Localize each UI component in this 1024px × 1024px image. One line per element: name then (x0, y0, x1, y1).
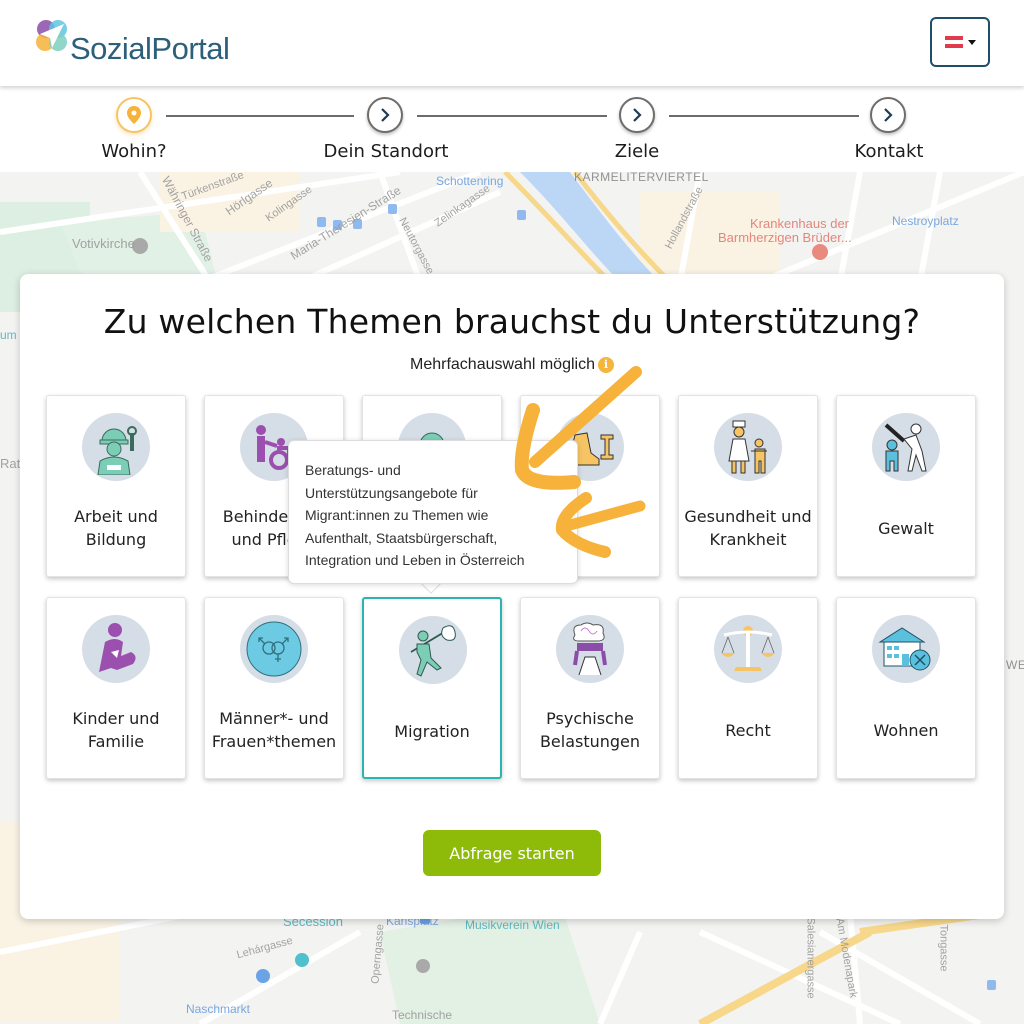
tooltip-line: Aufenthalt, Staatsbürgerschaft, (305, 529, 498, 546)
austria-flag-icon (944, 36, 963, 48)
hint-text: Mehrfachauswahl möglich (410, 356, 595, 373)
map-label: WE (1006, 658, 1024, 672)
map-pin-icon (127, 106, 141, 124)
map-label: um (0, 328, 17, 342)
logo-text: SozialPortal (70, 31, 230, 66)
music-pin-icon[interactable] (295, 953, 309, 967)
topic-label: Kinder und Familie (72, 709, 160, 751)
map-label: Schottenring (436, 174, 504, 188)
header: SozialPortal (0, 0, 1024, 86)
hospital-pin-icon[interactable] (812, 244, 828, 260)
topic-card-wohnen[interactable]: Wohnen (836, 597, 976, 779)
map-label: Nestroyplatz (892, 214, 959, 228)
map-label: Votivkirche (72, 236, 135, 251)
bus-stop-icon (317, 217, 326, 227)
topic-label: Psychische Belastungen (539, 709, 641, 751)
logo[interactable]: SozialPortal (34, 18, 230, 66)
bus-stop-icon (517, 210, 526, 220)
tooltip-line: Migrant:innen zu Themen wie (305, 507, 489, 523)
map-label: Rat (0, 456, 21, 471)
topic-card-kinder-familie[interactable]: Kinder und Familie (46, 597, 186, 779)
step-connector (417, 115, 607, 117)
step-label: Dein Standort (323, 141, 449, 162)
step-label: Ziele (614, 141, 660, 162)
map-label: KARMELITERVIERTEL (574, 172, 709, 184)
chevron-right-icon (381, 108, 390, 122)
language-selector[interactable] (930, 17, 990, 67)
parent-child-icon (82, 615, 150, 683)
step-kontakt[interactable] (870, 97, 906, 133)
topic-card-recht[interactable]: Recht (678, 597, 818, 779)
topic-card-psychische-belastungen[interactable]: Psychische Belastungen (520, 597, 660, 779)
violence-icon (872, 413, 940, 481)
topic-label: Männer*- und Frauen*themen (211, 709, 337, 751)
page-title: Zu welchen Themen brauchst du Unterstütz… (103, 302, 921, 341)
map-label: Tongasse (937, 924, 950, 972)
gender-symbol-icon (240, 615, 308, 683)
map-label: Krankenhaus der (750, 216, 850, 231)
tooltip-line: Unterstützungsangebote für (305, 484, 478, 501)
bus-stop-icon (388, 204, 397, 214)
scales-icon (714, 615, 782, 683)
university-pin-icon[interactable] (416, 959, 430, 973)
topic-label: Gewalt (878, 518, 934, 538)
stressed-mind-icon (556, 615, 624, 683)
bus-stop-icon (987, 980, 996, 990)
topic-card-arbeit-bildung[interactable]: Arbeit und Bildung (46, 395, 186, 577)
chevron-right-icon (884, 108, 893, 122)
start-query-button[interactable]: Abfrage starten (423, 830, 601, 876)
step-wohin[interactable] (116, 97, 152, 133)
step-label: Kontakt (854, 141, 924, 162)
topic-label: Arbeit und Bildung (74, 507, 158, 549)
chevron-right-icon (633, 108, 642, 122)
map-label: Naschmarkt (186, 1002, 251, 1016)
step-ziele[interactable] (619, 97, 655, 133)
worker-icon (82, 413, 150, 481)
topic-selection-panel: Zu welchen Themen brauchst du Unterstütz… (20, 274, 1004, 919)
step-connector (166, 115, 354, 117)
tooltip-line: Integration und Leben in Österreich (305, 552, 525, 568)
multi-select-hint: Mehrfachauswahl möglich i (20, 356, 1004, 374)
topic-label: Migration (394, 721, 470, 741)
topic-label: Recht (725, 720, 771, 740)
tooltip-line: Beratungs- und (305, 462, 401, 478)
info-icon[interactable]: i (597, 357, 614, 373)
caret-down-icon (967, 39, 976, 45)
house-cancel-icon (872, 615, 940, 683)
shopping-pin-icon[interactable] (256, 969, 270, 983)
map-label: Salesianergasse (804, 917, 817, 999)
topic-label: Wohnen (873, 720, 939, 740)
migrant-bundle-icon (399, 616, 467, 684)
topic-card-gesundheit[interactable]: Gesundheit und Krankheit (678, 395, 818, 577)
topic-card-migration[interactable]: Migration (362, 597, 502, 779)
logo-icon (34, 18, 70, 54)
migration-tooltip: Beratungs- und Unterstützungsangebote fü… (288, 440, 578, 584)
map-label: Barmherzigen Brüder... (718, 230, 852, 245)
doctor-child-icon (714, 413, 782, 481)
topic-card-maenner-frauen[interactable]: Männer*- und Frauen*themen (204, 597, 344, 779)
map-label: Musikverein Wien (465, 918, 560, 932)
step-connector (669, 115, 859, 117)
topic-card-gewalt[interactable]: Gewalt (836, 395, 976, 577)
map-label: Technische (392, 1008, 453, 1022)
step-label: Wohin? (101, 141, 167, 162)
topic-label: Gesundheit und Krankheit (684, 507, 812, 549)
step-dein-standort[interactable] (367, 97, 403, 133)
